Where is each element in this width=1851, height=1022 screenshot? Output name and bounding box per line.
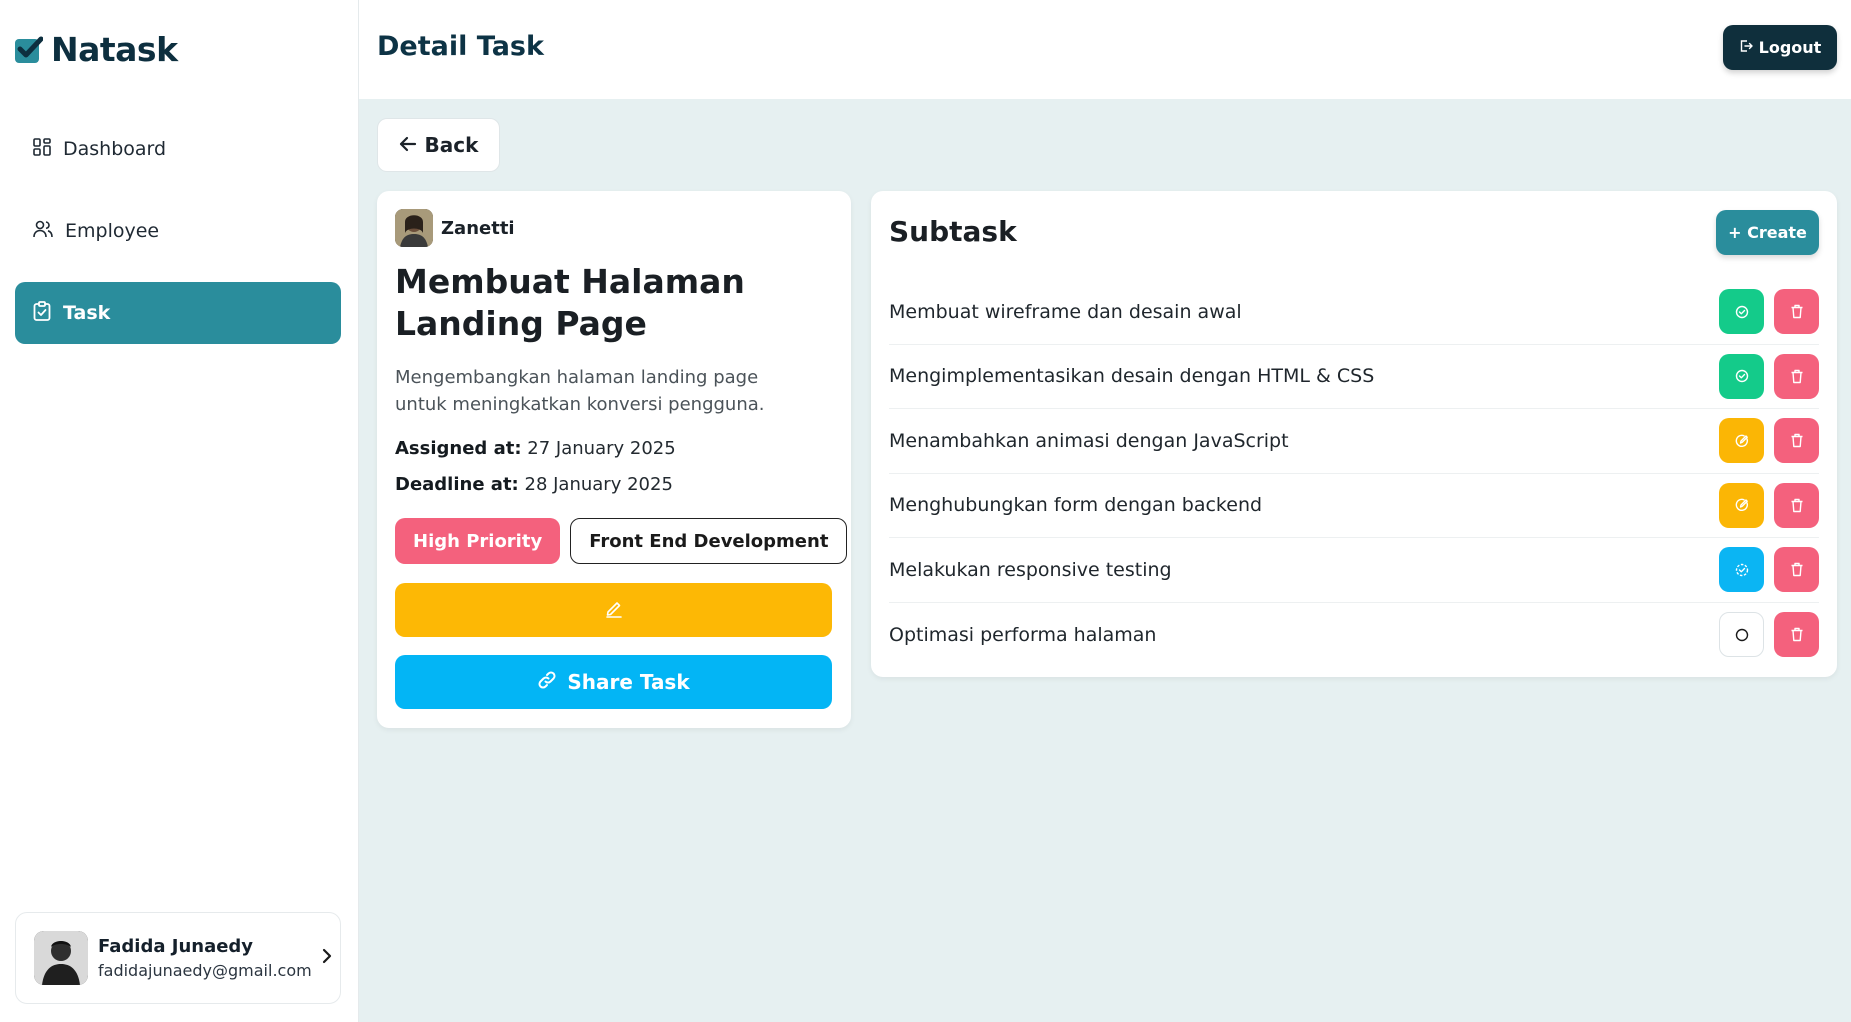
sidebar-item-label: Employee (65, 220, 160, 242)
subtask-label: Melakukan responsive testing (889, 558, 1172, 581)
avatar (34, 931, 88, 985)
clipboard-check-icon (33, 300, 51, 326)
sidebar: Natask Dashboard Employee Task Fadida Ju… (0, 0, 359, 1022)
user-email: fadidajunaedy@gmail.com (98, 961, 312, 980)
create-subtask-button[interactable]: + Create (1716, 210, 1819, 255)
sidebar-nav: Dashboard Employee Task (15, 118, 341, 364)
circle-icon (1735, 628, 1748, 641)
sidebar-item-label: Dashboard (63, 138, 167, 160)
trash-icon (1791, 305, 1802, 319)
sidebar-item-dashboard[interactable]: Dashboard (15, 118, 341, 180)
app-logo[interactable]: Natask (15, 30, 178, 69)
sidebar-item-label: Task (63, 302, 111, 324)
delete-subtask-button[interactable] (1774, 353, 1819, 399)
back-label: Back (424, 133, 479, 157)
trash-icon (1791, 369, 1802, 383)
delete-subtask-button[interactable] (1774, 612, 1819, 658)
assigned-date: Assigned at: 27 January 2025 (395, 438, 676, 459)
deadline-label: Deadline at: (395, 474, 519, 495)
user-info: Fadida Junaedy fadidajunaedy@gmail.com (98, 936, 312, 980)
deadline-date: Deadline at: 28 January 2025 (395, 474, 673, 495)
status-in-progress-button[interactable] (1719, 418, 1764, 464)
list-item: Melakukan responsive testing (889, 538, 1819, 603)
users-icon (33, 220, 53, 243)
subtask-list: Membuat wireframe dan desain awal Mengim… (889, 280, 1819, 667)
check-circle-icon (1735, 370, 1748, 383)
pencil-icon (604, 598, 624, 622)
dashed-check-circle-icon (1735, 563, 1748, 576)
chevron-right-icon (322, 948, 332, 968)
subtask-label: Mengimplementasikan desain dengan HTML &… (889, 365, 1375, 388)
pencil-circle-icon (1735, 498, 1748, 512)
status-todo-button[interactable] (1719, 612, 1764, 658)
page-title: Detail Task (377, 31, 544, 62)
check-circle-icon (1735, 305, 1748, 318)
back-button[interactable]: Back (377, 118, 500, 172)
status-review-button[interactable] (1719, 547, 1764, 593)
delete-subtask-button[interactable] (1774, 289, 1819, 335)
subtask-heading: Subtask (889, 215, 1017, 248)
list-item: Optimasi performa halaman (889, 603, 1819, 668)
status-done-button[interactable] (1719, 289, 1764, 335)
priority-badge: High Priority (395, 518, 561, 564)
list-item: Membuat wireframe dan desain awal (889, 280, 1819, 345)
share-task-button[interactable]: Share Task (395, 655, 832, 709)
delete-subtask-button[interactable] (1774, 482, 1819, 528)
deadline-value: 28 January 2025 (524, 474, 673, 495)
subtask-label: Membuat wireframe dan desain awal (889, 300, 1242, 323)
delete-subtask-button[interactable] (1774, 547, 1819, 593)
assigned-value: 27 January 2025 (527, 438, 676, 459)
link-icon (537, 670, 557, 695)
avatar (395, 209, 433, 247)
trash-icon (1791, 563, 1802, 577)
subtask-label: Menghubungkan form dengan backend (889, 494, 1263, 517)
task-detail-card: Zanetti Membuat Halaman Landing Page Men… (377, 191, 851, 728)
user-name: Fadida Junaedy (98, 936, 254, 957)
sidebar-item-employee[interactable]: Employee (15, 200, 341, 262)
trash-icon (1791, 498, 1802, 512)
logo-check-icon (15, 36, 44, 64)
status-done-button[interactable] (1719, 353, 1764, 399)
subtask-card: Subtask + Create Membuat wireframe dan d… (871, 191, 1837, 677)
delete-subtask-button[interactable] (1774, 418, 1819, 464)
assignee: Zanetti (395, 209, 515, 247)
sidebar-item-task[interactable]: Task (15, 282, 341, 344)
task-tags: High Priority Front End Development (395, 518, 848, 564)
arrow-left-icon (399, 133, 417, 157)
trash-icon (1791, 628, 1802, 642)
subtask-label: Menambahkan animasi dengan JavaScript (889, 429, 1289, 452)
user-profile-card[interactable]: Fadida Junaedy fadidajunaedy@gmail.com (15, 912, 341, 1004)
share-label: Share Task (567, 670, 690, 694)
pencil-circle-icon (1735, 434, 1748, 447)
task-title: Membuat Halaman Landing Page (395, 262, 745, 343)
list-item: Menghubungkan form dengan backend (889, 474, 1819, 538)
task-description: Mengembangkan halaman landing page untuk… (395, 367, 765, 415)
list-item: Mengimplementasikan desain dengan HTML &… (889, 345, 1819, 409)
subtask-label: Optimasi performa halaman (889, 623, 1157, 646)
assignee-name: Zanetti (441, 217, 515, 239)
category-badge: Front End Development (570, 518, 848, 564)
status-in-progress-button[interactable] (1719, 482, 1764, 528)
dashboard-icon (33, 137, 51, 161)
logout-button[interactable]: Logout (1723, 25, 1837, 70)
logout-icon (1739, 38, 1753, 57)
app-name: Natask (51, 30, 178, 69)
trash-icon (1791, 434, 1802, 448)
assigned-label: Assigned at: (395, 438, 522, 459)
list-item: Menambahkan animasi dengan JavaScript (889, 409, 1819, 474)
logout-label: Logout (1758, 38, 1822, 57)
top-header: Detail Task Logout (359, 0, 1851, 99)
edit-task-button[interactable] (395, 583, 832, 637)
